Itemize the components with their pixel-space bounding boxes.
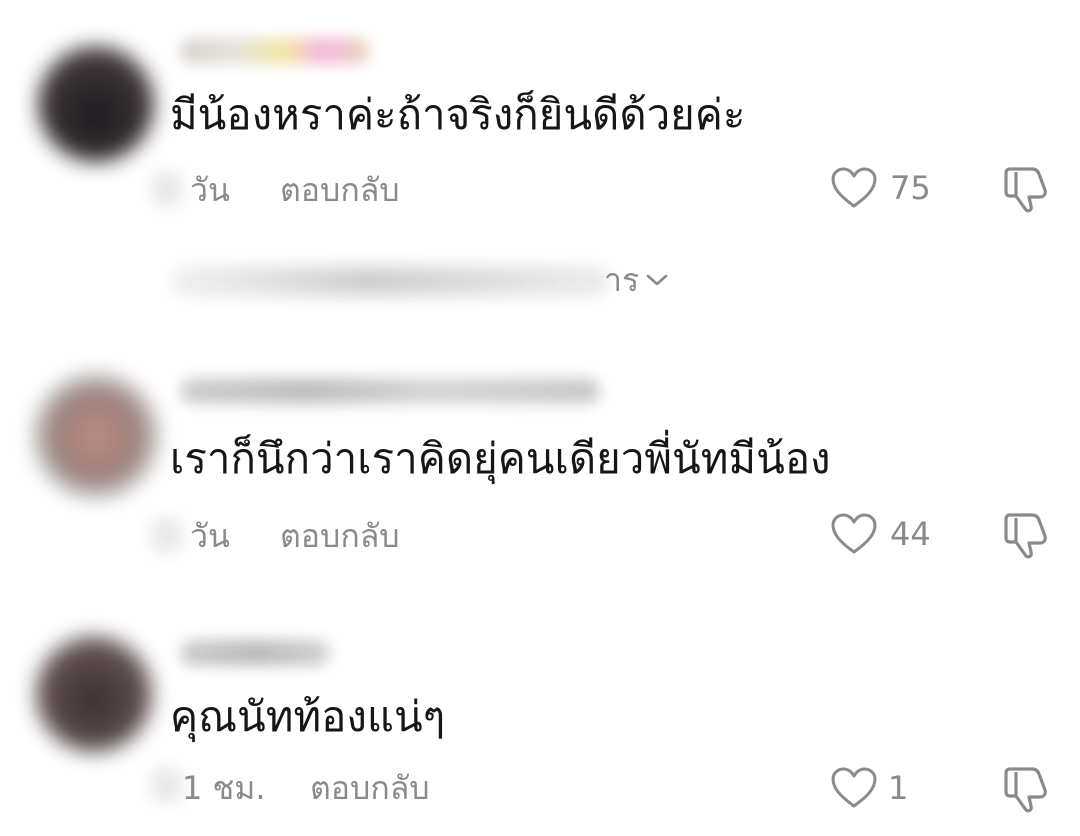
view-replies-blurred[interactable] — [170, 266, 610, 296]
username-blurred[interactable] — [180, 38, 370, 64]
reply-button[interactable]: ตอบกลับ — [280, 520, 400, 552]
timestamp-blurred — [152, 518, 182, 552]
thumbs-down-outline-icon[interactable] — [1002, 764, 1054, 814]
avatar[interactable] — [36, 636, 152, 752]
like-count: 44 — [890, 515, 931, 553]
timestamp: วัน — [190, 171, 230, 209]
heart-outline-icon[interactable] — [830, 512, 878, 556]
timestamp: วัน — [190, 517, 230, 555]
username-blurred[interactable] — [180, 640, 330, 666]
comments-panel: มีน้องหราค่ะถ้าจริงก็ยินดีด้วยค่ะ วัน ตอ… — [0, 0, 1080, 836]
username-blurred[interactable] — [180, 378, 600, 404]
comment-text: มีน้องหราค่ะถ้าจริงก็ยินดีด้วยค่ะ — [170, 90, 746, 139]
avatar[interactable] — [38, 46, 154, 162]
heart-outline-icon[interactable] — [830, 766, 878, 810]
timestamp-blurred — [152, 172, 182, 206]
like-count: 75 — [890, 169, 931, 207]
like-count: 1 — [888, 769, 909, 807]
reply-button[interactable]: ตอบกลับ — [280, 174, 400, 206]
timestamp: 1 ชม. — [182, 769, 266, 807]
heart-outline-icon[interactable] — [830, 166, 878, 210]
thumbs-down-outline-icon[interactable] — [1002, 164, 1054, 214]
chevron-down-icon — [646, 274, 668, 286]
avatar[interactable] — [34, 374, 158, 498]
thumbs-down-outline-icon[interactable] — [1002, 510, 1054, 560]
timestamp-blurred — [152, 768, 182, 802]
view-replies-label: าร — [604, 261, 640, 299]
comment-text: คุณนัทท้องแน่ๆ — [170, 692, 446, 741]
reply-button[interactable]: ตอบกลับ — [310, 772, 430, 804]
comment-text: เราก็นึกว่าเราคิดยุ่คนเดียวพี่นัทมีน้อง — [170, 434, 831, 483]
view-replies-button[interactable]: าร — [604, 264, 669, 296]
